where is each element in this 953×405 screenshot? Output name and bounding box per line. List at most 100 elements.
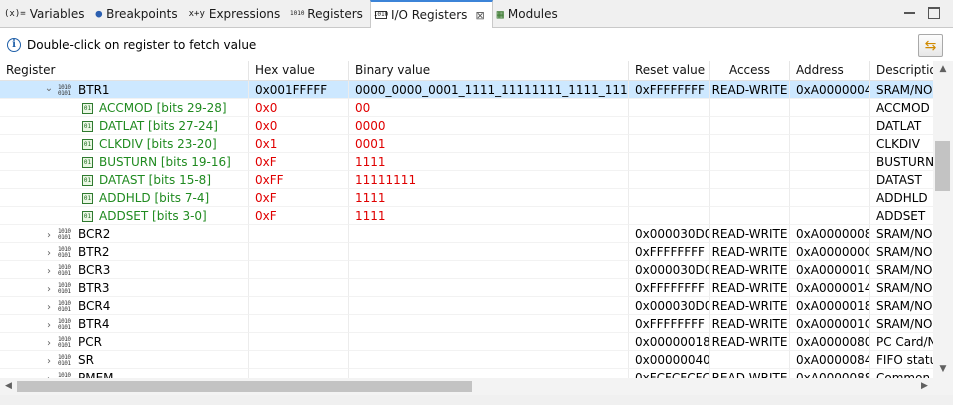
field-row[interactable]: 01 BUSTURN [bits 19-16] 0xF 1111 BUSTURN <box>0 153 933 171</box>
register-name-cell: 01 ADDSET [bits 3-0] <box>0 207 249 225</box>
chevron-right-icon[interactable]: › <box>44 245 54 260</box>
description-cell: SRAM/NOR <box>870 243 933 261</box>
register-name-cell: 01 DATLAT [bits 27-24] <box>0 117 249 135</box>
bitfield-icon: 01 <box>82 139 93 150</box>
field-row[interactable]: 01 DATAST [bits 15-8] 0xFF 11111111 DATAST <box>0 171 933 189</box>
access-cell: READ-WRITE <box>710 315 790 333</box>
hex-value-cell <box>249 297 349 315</box>
binary-value-cell: 1111 <box>349 207 629 225</box>
chevron-right-icon[interactable]: › <box>44 227 54 242</box>
column-header-binary-value[interactable]: Binary value <box>349 61 629 81</box>
register-name-cell: › 1010 0101 BTR4 <box>0 315 249 333</box>
tab-label: Breakpoints <box>106 6 178 21</box>
register-row[interactable]: ⌄ 1010 0101 BTR1 0x001FFFFF 0000_0000_0001_11… <box>0 81 933 99</box>
bitfield-icon: 01 <box>82 157 93 168</box>
register-row[interactable]: › 1010 0101 BTR2 0xFFFFFFFF READ-WRITE 0xA0000… <box>0 243 933 261</box>
register-name: BCR2 <box>78 227 111 241</box>
binary-value-cell: 0000_0000_0001_1111_11111111_1111_1111 <box>349 81 629 99</box>
binary-value-cell <box>349 225 629 243</box>
bitfield-icon: 01 <box>82 121 93 132</box>
register-row[interactable]: › 1010 0101 BCR4 0x000030D0 READ-WRITE 0xA0000… <box>0 297 933 315</box>
tab-modules[interactable]: ▦ Modules <box>493 0 565 27</box>
scroll-down-icon[interactable]: ▼ <box>933 361 953 378</box>
register-icon: 10100101 <box>58 245 71 259</box>
reset-value-cell: 0xFCFCFCFC <box>629 369 710 378</box>
vertical-scroll-thumb[interactable] <box>935 141 950 191</box>
field-row[interactable]: 01 ADDSET [bits 3-0] 0xF 1111 ADDSET <box>0 207 933 225</box>
column-header-address[interactable]: Address <box>790 61 870 81</box>
column-header-reset-value[interactable]: Reset value <box>629 61 710 81</box>
register-row[interactable]: › 1010 0101 SR 0x00000040 0xA0000084 FIFO stat… <box>0 351 933 369</box>
register-row[interactable]: › 1010 0101 BTR4 0xFFFFFFFF READ-WRITE 0xA0000… <box>0 315 933 333</box>
chevron-right-icon[interactable]: › <box>44 317 54 332</box>
close-icon[interactable]: ⊠ <box>475 9 484 22</box>
address-cell: 0xA0000008 <box>790 225 870 243</box>
register-name-cell: › 1010 0101 BCR4 <box>0 297 249 315</box>
address-cell: 0xA0000080 <box>790 333 870 351</box>
chevron-right-icon[interactable]: › <box>44 353 54 368</box>
minimize-icon[interactable] <box>904 12 915 14</box>
register-row[interactable]: › 1010 0101 BCR2 0x000030D0 READ-WRITE 0xA0000… <box>0 225 933 243</box>
binary-value-cell <box>349 297 629 315</box>
column-header-register[interactable]: Register <box>0 61 249 81</box>
breakpoints-icon: ● <box>95 7 103 20</box>
register-icon: 10100101 <box>58 299 71 313</box>
modules-icon: ▦ <box>496 6 504 21</box>
binary-value-cell <box>349 279 629 297</box>
address-cell: 0xA000001C <box>790 315 870 333</box>
scroll-left-icon[interactable]: ◀ <box>0 378 17 395</box>
chevron-right-icon[interactable]: › <box>44 281 54 296</box>
tab-expressions[interactable]: x+y Expressions <box>185 0 288 27</box>
binary-value-cell: 11111111 <box>349 171 629 189</box>
column-header-description[interactable]: Description <box>870 61 933 81</box>
bitfield-icon: 01 <box>82 211 93 222</box>
binary-value-cell <box>349 315 629 333</box>
field-row[interactable]: 01 ADDHLD [bits 7-4] 0xF 1111 ADDHLD <box>0 189 933 207</box>
register-icon: 10100101 <box>58 353 71 367</box>
tab-io-registers[interactable]: 1010 I/O Registers ⊠ <box>369 0 493 28</box>
register-icon: 10100101 <box>58 317 71 331</box>
register-name-cell: › 1010 0101 BCR3 <box>0 261 249 279</box>
vertical-scrollbar[interactable]: ▲ ▼ <box>933 61 953 378</box>
chevron-right-icon[interactable]: › <box>44 335 54 350</box>
register-row[interactable]: › 1010 0101 PCR 0x00000018 READ-WRITE 0xA00000… <box>0 333 933 351</box>
column-header-hex-value[interactable]: Hex value <box>249 61 349 81</box>
horizontal-scroll-thumb[interactable] <box>17 381 472 392</box>
chevron-right-icon[interactable]: › <box>44 371 54 378</box>
register-row[interactable]: › 1010 0101 BTR3 0xFFFFFFFF READ-WRITE 0xA0000… <box>0 279 933 297</box>
chevron-down-icon[interactable]: ⌄ <box>44 81 54 98</box>
refresh-icon: ⇆ <box>924 37 937 54</box>
hex-value-cell: 0xF <box>249 189 349 207</box>
reset-value-cell: 0x000030D0 <box>629 225 710 243</box>
table-header: Register Hex value Binary value Reset va… <box>0 61 933 81</box>
register-name: ACCMOD [bits 29-28] <box>99 101 227 115</box>
chevron-right-icon[interactable]: › <box>44 263 54 278</box>
access-cell: READ-WRITE <box>710 243 790 261</box>
scroll-right-icon[interactable]: ▶ <box>916 378 933 395</box>
tab-breakpoints[interactable]: ● Breakpoints <box>92 0 185 27</box>
tab-variables[interactable]: (x)= Variables <box>0 0 92 27</box>
scroll-up-icon[interactable]: ▲ <box>933 61 953 78</box>
address-cell: 0xA0000004 <box>790 81 870 99</box>
tab-label: I/O Registers <box>390 8 468 22</box>
register-row[interactable]: › 1010 0101 BCR3 0x000030D0 READ-WRITE 0xA0000… <box>0 261 933 279</box>
chevron-right-icon[interactable]: › <box>44 299 54 314</box>
binary-value-cell: 1111 <box>349 153 629 171</box>
field-row[interactable]: 01 DATLAT [bits 27-24] 0x0 0000 DATLAT <box>0 117 933 135</box>
column-header-access[interactable]: Access <box>710 61 790 81</box>
field-row[interactable]: 01 CLKDIV [bits 23-20] 0x1 0001 CLKDIV <box>0 135 933 153</box>
binary-value-cell: 00 <box>349 99 629 117</box>
horizontal-scrollbar[interactable]: ◀ ▶ <box>0 378 953 395</box>
tab-registers[interactable]: 1010 Registers <box>287 0 370 27</box>
address-cell <box>790 189 870 207</box>
hex-value-cell <box>249 351 349 369</box>
maximize-icon[interactable] <box>928 7 940 19</box>
hex-value-cell <box>249 261 349 279</box>
hex-value-cell <box>249 333 349 351</box>
description-cell: SRAM/NOR <box>870 225 933 243</box>
refresh-button[interactable]: ⇆ <box>918 34 943 57</box>
tab-label: Expressions <box>208 6 281 21</box>
field-row[interactable]: 01 ACCMOD [bits 29-28] 0x0 00 ACCMOD <box>0 99 933 117</box>
register-row[interactable]: ›10100101PMEM 0xFCFCFCFCREAD-WRITE0xA0000… <box>0 369 933 378</box>
hex-value-cell: 0xF <box>249 207 349 225</box>
